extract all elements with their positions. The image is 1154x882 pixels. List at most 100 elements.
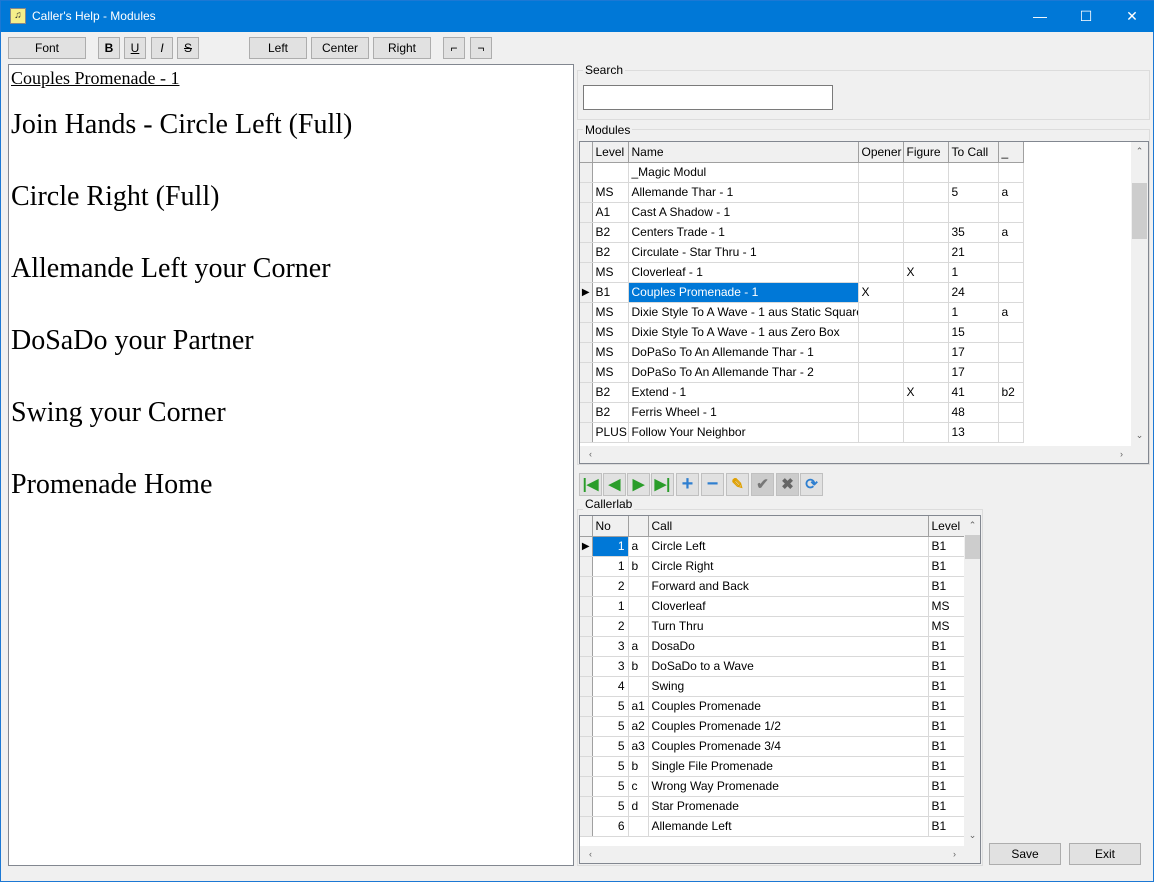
module-row[interactable]: MS Allemande Thar - 1 5a	[580, 182, 1024, 203]
cell-figure[interactable]	[903, 302, 949, 323]
row-indicator[interactable]	[580, 816, 593, 837]
search-input[interactable]	[583, 85, 833, 110]
column-header-no[interactable]: No	[592, 516, 629, 537]
cell-figure[interactable]	[903, 322, 949, 343]
cell-sub[interactable]: b	[628, 656, 649, 677]
callerlab-grid[interactable]: No Call Level ▶ 1 a Circle Left B1 1 b Circle R…	[579, 515, 981, 864]
cell-to-call[interactable]: 1	[948, 262, 999, 283]
cell-call[interactable]: Couples Promenade 3/4	[648, 736, 929, 757]
maximize-button[interactable]: ☐	[1063, 1, 1109, 32]
cell-level[interactable]: B1	[928, 556, 965, 577]
cell-figure[interactable]	[903, 402, 949, 423]
cell-level[interactable]: B1	[592, 282, 629, 303]
cell-name[interactable]: Ferris Wheel - 1	[628, 402, 859, 423]
cell-name[interactable]: DoPaSo To An Allemande Thar - 1	[628, 342, 859, 363]
callerlab-row[interactable]: 3 b DoSaDo to a Wave B1	[580, 656, 965, 677]
cell-opener[interactable]	[858, 242, 904, 263]
column-header-sub[interactable]	[628, 516, 649, 537]
cell-extra[interactable]: a	[998, 302, 1024, 323]
cell-name[interactable]: Allemande Thar - 1	[628, 182, 859, 203]
cell-figure[interactable]	[903, 422, 949, 443]
cell-level[interactable]: B2	[592, 242, 629, 263]
cell-to-call[interactable]: 41	[948, 382, 999, 403]
callerlab-row[interactable]: 5 b Single File Promenade B1	[580, 756, 965, 777]
cell-level[interactable]: B1	[928, 816, 965, 837]
callerlab-row[interactable]: 1 Cloverleaf MS	[580, 596, 965, 617]
row-indicator[interactable]	[580, 716, 593, 737]
module-row[interactable]: ▶ B1 Couples Promenade - 1 X 24	[580, 282, 1024, 303]
cell-name[interactable]: Cloverleaf - 1	[628, 262, 859, 283]
column-header-to-call[interactable]: To Call	[948, 142, 999, 163]
row-indicator[interactable]	[580, 656, 593, 677]
cancel-record-button[interactable]: ✖	[776, 473, 799, 496]
row-indicator[interactable]	[580, 556, 593, 577]
module-row[interactable]: MS DoPaSo To An Allemande Thar - 2 17	[580, 362, 1024, 383]
callerlab-row[interactable]: 5 a1 Couples Promenade B1	[580, 696, 965, 717]
cell-call[interactable]: Star Promenade	[648, 796, 929, 817]
cell-extra[interactable]	[998, 362, 1024, 383]
cell-opener[interactable]	[858, 262, 904, 283]
cell-opener[interactable]	[858, 202, 904, 223]
cell-sub[interactable]	[628, 596, 649, 617]
cell-no[interactable]: 2	[592, 576, 629, 597]
callerlab-row[interactable]: 4 Swing B1	[580, 676, 965, 697]
cell-opener[interactable]	[858, 302, 904, 323]
cell-name[interactable]: _Magic Modul	[628, 162, 859, 183]
cell-name[interactable]: DoPaSo To An Allemande Thar - 2	[628, 362, 859, 383]
callerlab-row[interactable]: 1 b Circle Right B1	[580, 556, 965, 577]
row-indicator[interactable]	[580, 222, 593, 243]
module-row[interactable]: MS DoPaSo To An Allemande Thar - 1 17	[580, 342, 1024, 363]
row-indicator[interactable]	[580, 342, 593, 363]
modules-horizontal-scrollbar[interactable]: ‹ ›	[580, 446, 1148, 463]
cell-call[interactable]: DoSaDo to a Wave	[648, 656, 929, 677]
module-row[interactable]: MS Cloverleaf - 1 X1	[580, 262, 1024, 283]
refresh-button[interactable]: ⟳	[800, 473, 823, 496]
cell-call[interactable]: Circle Right	[648, 556, 929, 577]
modules-vertical-scrollbar[interactable]: ⌃ ⌄	[1131, 142, 1148, 446]
cell-opener[interactable]	[858, 222, 904, 243]
column-header-name[interactable]: Name	[628, 142, 859, 163]
cell-extra[interactable]	[998, 322, 1024, 343]
edit-record-button[interactable]: ✎	[726, 473, 749, 496]
font-button[interactable]: Font	[8, 37, 86, 59]
callerlab-row[interactable]: 5 a2 Couples Promenade 1/2 B1	[580, 716, 965, 737]
cell-level[interactable]: B1	[928, 676, 965, 697]
cell-figure[interactable]: X	[903, 382, 949, 403]
cell-name[interactable]: Circulate - Star Thru - 1	[628, 242, 859, 263]
cell-figure[interactable]: X	[903, 262, 949, 283]
prior-record-button[interactable]: ◀	[603, 473, 626, 496]
cell-opener[interactable]	[858, 422, 904, 443]
cell-sub[interactable]	[628, 576, 649, 597]
next-record-button[interactable]: ▶	[627, 473, 650, 496]
cell-no[interactable]: 5	[592, 796, 629, 817]
scroll-left-icon[interactable]: ‹	[582, 449, 599, 459]
cell-sub[interactable]: a2	[628, 716, 649, 737]
row-indicator[interactable]	[580, 696, 593, 717]
column-header-figure[interactable]: Figure	[903, 142, 949, 163]
cell-sub[interactable]: a	[628, 636, 649, 657]
cell-no[interactable]: 6	[592, 816, 629, 837]
current-row-indicator-icon[interactable]: ▶	[580, 536, 593, 557]
cell-figure[interactable]	[903, 162, 949, 183]
cell-opener[interactable]	[858, 162, 904, 183]
module-row[interactable]: A1 Cast A Shadow - 1	[580, 202, 1024, 223]
cell-level[interactable]: MS	[592, 182, 629, 203]
module-row[interactable]: B2 Centers Trade - 1 35 a	[580, 222, 1024, 243]
row-indicator[interactable]	[580, 242, 593, 263]
cell-to-call[interactable]: 15	[948, 322, 999, 343]
row-indicator[interactable]	[580, 676, 593, 697]
row-indicator[interactable]	[580, 796, 593, 817]
cell-extra[interactable]	[998, 162, 1024, 183]
cell-to-call[interactable]: 17	[948, 362, 999, 383]
cell-sub[interactable]	[628, 816, 649, 837]
cell-no[interactable]: 3	[592, 636, 629, 657]
bold-button[interactable]: B	[98, 37, 120, 59]
module-row[interactable]: MS Dixie Style To A Wave - 1 aus Static S…	[580, 302, 1024, 323]
callerlab-horizontal-scrollbar[interactable]: ‹ ›	[580, 846, 980, 863]
module-row[interactable]: B2 Circulate - Star Thru - 1 21	[580, 242, 1024, 263]
cell-to-call[interactable]: 21	[948, 242, 999, 263]
cell-level[interactable]: B2	[592, 382, 629, 403]
module-row[interactable]: B2 Extend - 1 X 41 b2	[580, 382, 1024, 403]
cell-no[interactable]: 4	[592, 676, 629, 697]
cell-call[interactable]: Allemande Left	[648, 816, 929, 837]
